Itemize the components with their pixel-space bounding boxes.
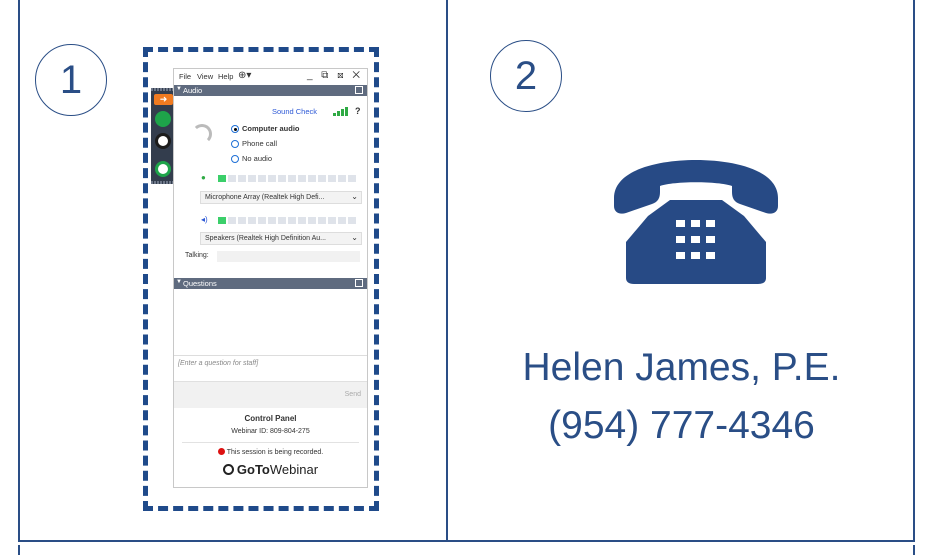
radio-no-audio[interactable]	[231, 155, 239, 163]
speaker-select[interactable]: Speakers (Realtek High Definition Au... …	[200, 232, 362, 245]
label-no-audio: No audio	[242, 154, 273, 163]
frame-edge-left	[18, 545, 20, 555]
label-computer-audio: Computer audio	[242, 124, 300, 133]
chevron-down-icon: ⌄	[351, 233, 358, 242]
menu-file[interactable]: File	[179, 72, 191, 81]
step-number-1: 1	[35, 44, 107, 116]
mic-level-meter	[218, 175, 358, 182]
menu-bar: File View Help ⊕▾ _ ⧉ ⊠ ✕	[174, 69, 367, 84]
screen-share-icon[interactable]	[155, 133, 171, 149]
questions-log	[174, 287, 367, 356]
recording-text: This session is being recorded.	[226, 449, 324, 456]
radio-computer-audio[interactable]	[231, 125, 239, 133]
audio-header-label: Audio	[183, 86, 203, 95]
step-number-2: 2	[490, 40, 562, 112]
contact-name: Helen James, P.E.	[522, 346, 841, 389]
audio-section-header[interactable]: ▼ Audio	[174, 85, 367, 96]
control-panel-title: Control Panel	[244, 414, 297, 423]
headset-icon	[192, 124, 212, 144]
send-bar: Send	[174, 381, 367, 408]
frame-edge-right	[913, 545, 915, 555]
microphone-icon: ●	[201, 173, 206, 182]
goto-control-panel: File View Help ⊕▾ _ ⧉ ⊠ ✕ ▼ Audio Sound …	[173, 68, 368, 488]
help-icon[interactable]: ?	[355, 106, 361, 116]
globe-icon[interactable]: ⊕▾	[238, 70, 251, 81]
phone-icon	[614, 160, 778, 284]
label-phone-call: Phone call	[242, 139, 278, 148]
speaker-level-meter	[218, 217, 358, 224]
microphone-select-value: Microphone Array (Realtek High Defi...	[205, 194, 325, 201]
recording-notice: This session is being recorded.	[174, 448, 367, 456]
contact-phone: (954) 777-4346	[548, 404, 815, 447]
divider	[182, 442, 359, 443]
menu-help[interactable]: Help	[218, 72, 233, 81]
microphone-toggle-icon[interactable]	[155, 111, 171, 127]
speaker-icon: ◂)	[201, 215, 208, 224]
brand-rest: Webinar	[269, 462, 319, 477]
talking-field	[217, 251, 360, 262]
gotowebinar-logo: GoToWebinar	[174, 462, 367, 477]
collapse-triangle-icon[interactable]: ▼	[176, 86, 182, 92]
popout-icon[interactable]	[355, 279, 363, 287]
popout-icon[interactable]	[355, 86, 363, 94]
window-controls[interactable]: _ ⧉ ⊠ ✕	[307, 70, 363, 81]
menu-view[interactable]: View	[197, 72, 213, 81]
microphone-select[interactable]: Microphone Array (Realtek High Defi... ⌄	[200, 191, 362, 204]
panel-divider	[446, 0, 448, 542]
chevron-down-icon: ⌄	[351, 192, 358, 201]
question-input[interactable]: [Enter a question for staff]	[178, 360, 258, 367]
goto-logo-icon	[222, 464, 234, 475]
raise-hand-icon[interactable]	[155, 161, 171, 177]
record-dot-icon	[217, 448, 225, 455]
signal-bars-icon	[333, 107, 349, 116]
sound-check-link[interactable]: Sound Check	[272, 107, 317, 116]
brand-bold: GoTo	[236, 462, 270, 477]
send-button[interactable]: Send	[345, 391, 361, 398]
webinar-id: Webinar ID: 809-804-275	[231, 428, 310, 435]
speaker-select-value: Speakers (Realtek High Definition Au...	[205, 235, 327, 242]
talking-label: Talking:	[185, 252, 209, 259]
collapse-triangle-icon[interactable]: ▼	[176, 279, 182, 285]
radio-phone-call[interactable]	[231, 140, 239, 148]
collapse-arrow-icon[interactable]: ➜	[154, 94, 173, 105]
